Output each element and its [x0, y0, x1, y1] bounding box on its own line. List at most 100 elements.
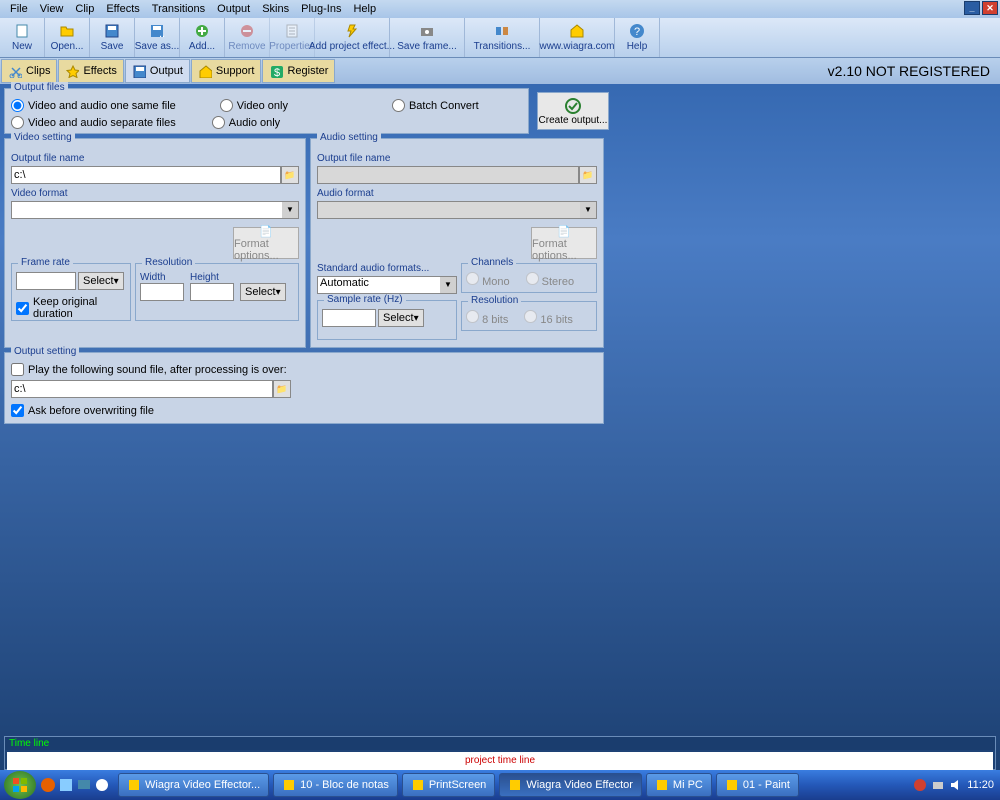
height-input[interactable]	[190, 283, 234, 301]
std-formats-combo[interactable]: Automatic▼	[317, 276, 457, 294]
minus-icon	[239, 23, 255, 39]
sound-file-input[interactable]	[11, 380, 273, 398]
framerate-input[interactable]	[16, 272, 76, 290]
toolbar-save-frame--button[interactable]: Save frame...	[390, 18, 465, 57]
toolbar-save-button[interactable]: Save	[90, 18, 135, 57]
app-icon[interactable]	[58, 777, 74, 793]
radio-separate-files[interactable]: Video and audio separate files	[11, 116, 176, 129]
task-label: PrintScreen	[429, 779, 486, 791]
toolbar-transitions--button[interactable]: Transitions...	[465, 18, 540, 57]
file-new-icon	[14, 23, 30, 39]
audio-format-combo[interactable]: ▼	[317, 201, 597, 219]
toolbar-add--button[interactable]: Add...	[180, 18, 225, 57]
resolution-select-button[interactable]: Select ▾	[240, 283, 286, 301]
taskbar-app-button[interactable]: Mi PC	[646, 773, 712, 797]
app-icon	[655, 778, 669, 792]
svg-text:$: $	[274, 67, 280, 78]
task-label: Mi PC	[673, 779, 703, 791]
tabbar: ClipsEffectsOutputSupport$Register v2.10…	[0, 58, 1000, 84]
radio-video-only[interactable]: Video only	[220, 99, 288, 112]
taskbar-app-button[interactable]: Wiagra Video Effector...	[118, 773, 269, 797]
folder-open-icon	[59, 23, 75, 39]
panel-title: Audio setting	[317, 132, 381, 143]
trans-icon	[494, 23, 510, 39]
play-sound-label: Play the following sound file, after pro…	[28, 364, 287, 376]
svg-text:..: ..	[159, 28, 165, 39]
task-label: Wiagra Video Effector...	[145, 779, 260, 791]
tab-output[interactable]: Output	[125, 59, 190, 83]
video-file-input[interactable]	[11, 166, 281, 184]
windows-icon	[11, 776, 29, 794]
samplerate-select-button[interactable]: Select ▾	[378, 309, 424, 327]
toolbar-new-button[interactable]: New	[0, 18, 45, 57]
play-sound-checkbox[interactable]	[11, 363, 24, 376]
menu-view[interactable]: View	[34, 1, 70, 17]
audio-resolution-panel: Resolution 8 bits 16 bits	[461, 301, 597, 331]
audio-setting-panel: Audio setting Output file name 📁 Audio f…	[310, 138, 604, 348]
taskbar-app-button[interactable]: Wiagra Video Effector	[499, 773, 642, 797]
taskbar-app-button[interactable]: 10 - Bloc de notas	[273, 773, 398, 797]
width-input[interactable]	[140, 283, 184, 301]
taskbar-app-button[interactable]: PrintScreen	[402, 773, 495, 797]
toolbar-open--button[interactable]: Open...	[45, 18, 90, 57]
create-output-button[interactable]: Create output...	[537, 92, 609, 130]
audio-file-input	[317, 166, 579, 184]
tab-effects[interactable]: Effects	[58, 59, 123, 83]
video-format-options-button[interactable]: 📄Format options...	[233, 227, 299, 259]
volume-icon[interactable]	[949, 778, 963, 792]
samplerate-input[interactable]	[322, 309, 376, 327]
desktop-icon[interactable]	[76, 777, 92, 793]
menu-plugins[interactable]: Plug-Ins	[295, 1, 347, 17]
keep-duration-checkbox[interactable]	[16, 302, 29, 315]
camera-icon	[419, 23, 435, 39]
menu-skins[interactable]: Skins	[256, 1, 295, 17]
menu-help[interactable]: Help	[347, 1, 382, 17]
minimize-button[interactable]: _	[964, 1, 980, 15]
media-icon[interactable]	[94, 777, 110, 793]
toolbar-save-as--button[interactable]: ..Save as...	[135, 18, 180, 57]
framerate-select-button[interactable]: Select ▾	[78, 272, 124, 290]
chevron-down-icon[interactable]: ▼	[440, 277, 456, 293]
toolbar-help-button[interactable]: ?Help	[615, 18, 660, 57]
start-button[interactable]	[4, 771, 36, 799]
radio-batch[interactable]: Batch Convert	[392, 99, 479, 112]
menu-clip[interactable]: Clip	[69, 1, 100, 17]
tab-clips[interactable]: Clips	[1, 59, 57, 83]
video-format-combo[interactable]: ▼	[11, 201, 299, 219]
menu-transitions[interactable]: Transitions	[146, 1, 211, 17]
tab-support[interactable]: Support	[191, 59, 262, 83]
close-button[interactable]: ✕	[982, 1, 998, 15]
panel-title: Output files	[11, 82, 68, 93]
task-label: 01 - Paint	[743, 779, 790, 791]
menu-effects[interactable]: Effects	[100, 1, 145, 17]
firefox-icon[interactable]	[40, 777, 56, 793]
timeline-text: project time line	[465, 755, 535, 766]
dollar-icon: $	[269, 64, 283, 78]
taskbar: Wiagra Video Effector... 10 - Bloc de not…	[0, 770, 1000, 800]
browse-sound-button[interactable]: 📁	[273, 380, 291, 398]
taskbar-app-button[interactable]: 01 - Paint	[716, 773, 799, 797]
tab-label: Effects	[83, 65, 116, 77]
output-setting-panel: Output setting Play the following sound …	[4, 352, 604, 424]
ask-overwrite-checkbox[interactable]	[11, 404, 24, 417]
toolbar: NewOpen...Save..Save as...Add...RemovePr…	[0, 18, 1000, 58]
plus-icon	[194, 23, 210, 39]
radio-same-file[interactable]: Video and audio one same file	[11, 99, 176, 112]
toolbar-add-project-effect--button[interactable]: Add project effect...	[315, 18, 390, 57]
timeline-bar[interactable]: project time line	[7, 752, 993, 772]
audio-format-options-button: 📄Format options...	[531, 227, 597, 259]
browse-video-file-button[interactable]: 📁	[281, 166, 299, 184]
help-icon: ?	[629, 23, 645, 39]
menubar: File View Clip Effects Transitions Outpu…	[0, 0, 1000, 18]
tab-register[interactable]: $Register	[262, 59, 335, 83]
chevron-down-icon[interactable]: ▼	[580, 202, 596, 218]
toolbar-label: Open...	[51, 41, 84, 52]
clock[interactable]: 11:20	[967, 779, 994, 791]
menu-output[interactable]: Output	[211, 1, 256, 17]
network-icon[interactable]	[931, 778, 945, 792]
shield-icon[interactable]	[913, 778, 927, 792]
radio-audio-only[interactable]: Audio only	[212, 116, 280, 129]
chevron-down-icon[interactable]: ▼	[282, 202, 298, 218]
menu-file[interactable]: File	[4, 1, 34, 17]
toolbar-www-wiagra-com-button[interactable]: www.wiagra.com	[540, 18, 615, 57]
